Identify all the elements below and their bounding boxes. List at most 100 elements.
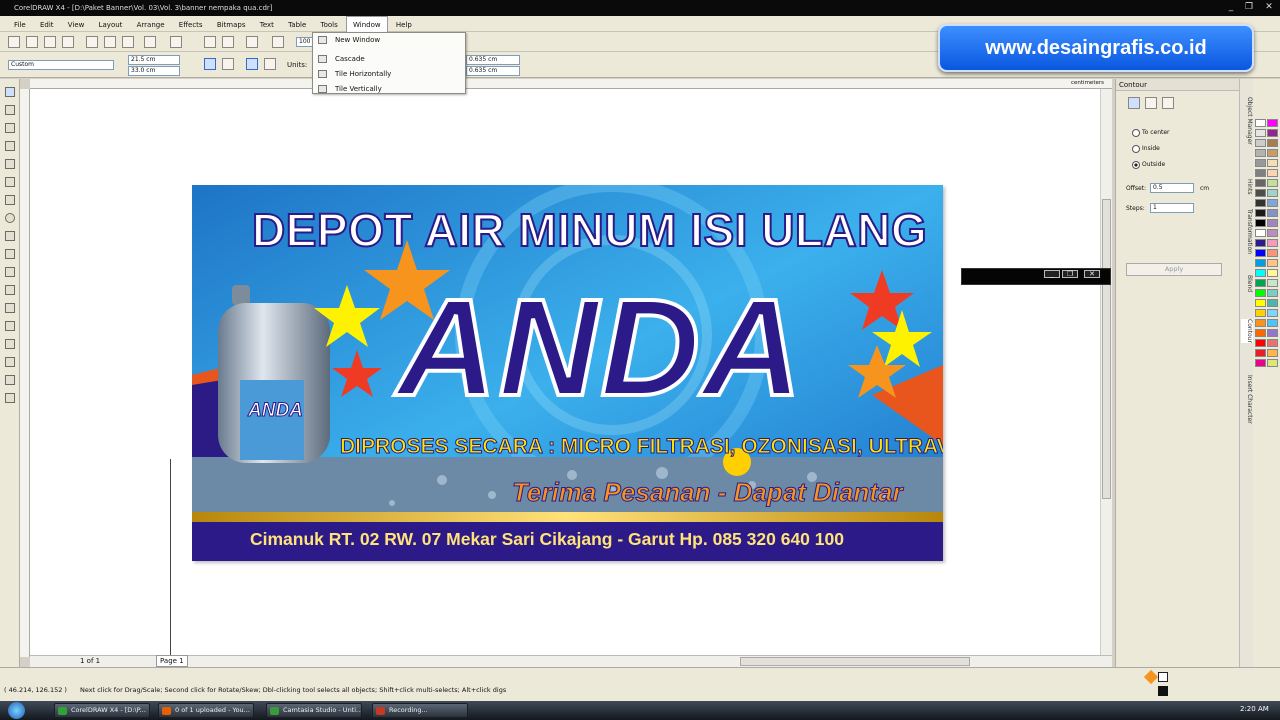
fill-indicator-icon[interactable] (1143, 669, 1159, 685)
outline-pen-icon[interactable] (5, 375, 15, 385)
import-icon[interactable] (204, 36, 216, 48)
palette-swatch[interactable] (1255, 219, 1266, 227)
palette-swatch[interactable] (1267, 119, 1278, 127)
palette-swatch[interactable] (1255, 209, 1266, 217)
menu-arrange[interactable]: Arrange (131, 17, 171, 33)
portrait-icon[interactable] (204, 58, 216, 70)
palette-swatch[interactable] (1255, 329, 1266, 337)
start-button[interactable] (8, 702, 25, 719)
shape-tool-icon[interactable] (5, 105, 15, 115)
menu-table[interactable]: Table (282, 17, 312, 33)
tab-transformation[interactable]: Transformation (1241, 209, 1253, 254)
palette-swatch[interactable] (1267, 169, 1278, 177)
palette-swatch[interactable] (1255, 199, 1266, 207)
contour-fill-color-icon[interactable] (1162, 97, 1174, 109)
offset-field[interactable]: 0.5 (1150, 183, 1194, 193)
palette-swatch[interactable] (1255, 279, 1266, 287)
palette-swatch[interactable] (1267, 329, 1278, 337)
eyedropper-icon[interactable] (5, 357, 15, 367)
export-icon[interactable] (222, 36, 234, 48)
tab-contour[interactable]: Contour (1241, 319, 1253, 343)
menu-edit[interactable]: Edit (34, 17, 60, 33)
menu-view[interactable]: View (62, 17, 91, 33)
palette-swatch[interactable] (1255, 249, 1266, 257)
menu-layout[interactable]: Layout (93, 17, 129, 33)
page-tab[interactable]: Page 1 (156, 655, 188, 667)
float-close-button[interactable]: ✕ (1084, 270, 1100, 278)
palette-swatch[interactable] (1255, 179, 1266, 187)
nudge-x-field[interactable]: 0.635 cm (466, 55, 520, 65)
palette-swatch[interactable] (1267, 349, 1278, 357)
palette-swatch[interactable] (1255, 149, 1266, 157)
palette-swatch[interactable] (1267, 249, 1278, 257)
application-launcher-icon[interactable] (246, 36, 258, 48)
page-height-field[interactable]: 33.0 cm (128, 66, 180, 76)
palette-swatch[interactable] (1267, 319, 1278, 327)
undo-icon[interactable] (144, 36, 156, 48)
palette-swatch[interactable] (1267, 279, 1278, 287)
palette-swatch[interactable] (1267, 339, 1278, 347)
horizontal-scroll-thumb[interactable] (740, 657, 970, 666)
palette-swatch[interactable] (1255, 309, 1266, 317)
to-center-radio[interactable] (1132, 129, 1140, 137)
copy-icon[interactable] (104, 36, 116, 48)
minimize-button[interactable]: _ (1224, 2, 1238, 13)
horizontal-ruler[interactable]: centimeters (30, 79, 1112, 89)
palette-swatch[interactable] (1267, 199, 1278, 207)
crop-tool-icon[interactable] (5, 123, 15, 133)
palette-swatch[interactable] (1267, 359, 1278, 367)
float-maximize-button[interactable]: ❐ (1062, 270, 1078, 278)
taskbar-item-firefox[interactable]: 0 of 1 uploaded - You... (158, 703, 254, 718)
palette-swatch[interactable] (1267, 159, 1278, 167)
landscape-icon[interactable] (222, 58, 234, 70)
palette-swatch[interactable] (1267, 259, 1278, 267)
ellipse-tool-icon[interactable] (5, 213, 15, 223)
taskbar-item-coreldraw[interactable]: CorelDRAW X4 - [D:\P... (54, 703, 150, 718)
taskbar-item-recording[interactable]: Recording... (372, 703, 468, 718)
palette-swatch[interactable] (1267, 129, 1278, 137)
palette-swatch[interactable] (1255, 259, 1266, 267)
tab-blend[interactable]: Blend (1241, 275, 1253, 292)
no-fill-icon[interactable] (1158, 672, 1168, 682)
inside-radio[interactable] (1132, 145, 1140, 153)
float-minimize-button[interactable]: _ (1044, 270, 1060, 278)
palette-swatch[interactable] (1255, 119, 1266, 127)
basic-shapes-icon[interactable] (5, 249, 15, 259)
close-button[interactable]: ✕ (1262, 2, 1276, 13)
menu-file[interactable]: File (0, 17, 32, 33)
smart-fill-icon[interactable] (5, 177, 15, 187)
palette-swatch[interactable] (1267, 269, 1278, 277)
tab-hints[interactable]: Hints (1241, 179, 1253, 194)
palette-swatch[interactable] (1255, 229, 1266, 237)
fill-tool-icon[interactable] (5, 393, 15, 403)
palette-swatch[interactable] (1255, 319, 1266, 327)
pick-tool-icon[interactable] (5, 87, 15, 97)
banner-artwork[interactable]: DEPOT AIR MINUM ISI ULANG ANDA DIPROSES … (192, 185, 943, 561)
palette-swatch[interactable] (1267, 289, 1278, 297)
palette-swatch[interactable] (1267, 149, 1278, 157)
palette-swatch[interactable] (1255, 169, 1266, 177)
contour-steps-icon[interactable] (1128, 97, 1140, 109)
palette-swatch[interactable] (1267, 209, 1278, 217)
palette-swatch[interactable] (1255, 269, 1266, 277)
palette-swatch[interactable] (1267, 179, 1278, 187)
rectangle-tool-icon[interactable] (5, 195, 15, 205)
menu-bitmaps[interactable]: Bitmaps (211, 17, 252, 33)
palette-swatch[interactable] (1255, 139, 1266, 147)
palette-swatch[interactable] (1255, 289, 1266, 297)
menu-help[interactable]: Help (390, 17, 418, 33)
palette-swatch[interactable] (1255, 339, 1266, 347)
page-preset-select[interactable]: Custom (8, 60, 114, 70)
cut-icon[interactable] (86, 36, 98, 48)
palette-swatch[interactable] (1255, 299, 1266, 307)
palette-swatch[interactable] (1267, 139, 1278, 147)
redo-icon[interactable] (170, 36, 182, 48)
polygon-tool-icon[interactable] (5, 231, 15, 241)
taskbar-item-camtasia[interactable]: Camtasia Studio - Unti... (266, 703, 362, 718)
palette-swatch[interactable] (1267, 239, 1278, 247)
page-width-field[interactable]: 21.5 cm (128, 55, 180, 65)
outline-color-icon[interactable] (1158, 686, 1168, 696)
menu-item-tile-horizontally[interactable]: Tile Horizontally (313, 67, 465, 82)
tab-insert-character[interactable]: Insert Character (1241, 375, 1253, 424)
freehand-tool-icon[interactable] (5, 159, 15, 169)
